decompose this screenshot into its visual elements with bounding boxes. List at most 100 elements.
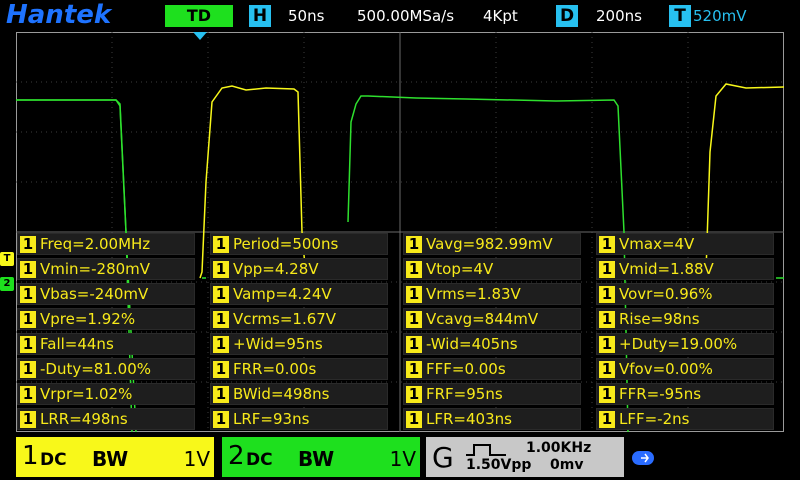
measurement-item: 1 Vmax=4V [596, 233, 774, 255]
measurement-item: 1 LRF=93ns [210, 408, 388, 430]
measurement-value: Vovr=0.96% [619, 285, 713, 303]
measurement-channel-badge: 1 [213, 336, 229, 353]
measurement-item: 1 Fall=44ns [17, 333, 195, 355]
measurement-value: -Wid=405ns [426, 335, 518, 353]
delay-icon: D [556, 5, 578, 27]
measurement-value: Rise=98ns [619, 310, 700, 328]
measurement-item: 1 Vbas=-240mV [17, 283, 195, 305]
measurement-item: 1 Freq=2.00MHz [17, 233, 195, 255]
measurement-value: Vfov=0.00% [619, 360, 713, 378]
measurement-channel-badge: 1 [599, 386, 615, 403]
delay-value[interactable]: 200ns [596, 7, 642, 25]
measurement-channel-badge: 1 [599, 236, 615, 253]
measurement-channel-badge: 1 [20, 286, 36, 303]
generator-amplitude: 1.50Vpp [466, 457, 532, 473]
measurement-channel-badge: 1 [20, 261, 36, 278]
measurement-channel-badge: 1 [599, 311, 615, 328]
measurement-item: 1 Vrms=1.83V [403, 283, 581, 305]
sample-rate-value: 500.00MSa/s [357, 7, 455, 25]
mode-badge[interactable]: TD [165, 5, 233, 27]
measurement-channel-badge: 1 [20, 336, 36, 353]
measurement-channel-badge: 1 [406, 311, 422, 328]
measurement-channel-badge: 1 [213, 386, 229, 403]
channel2-scale: 1V [389, 447, 416, 471]
measurement-channel-badge: 1 [213, 361, 229, 378]
measurement-channel-badge: 1 [406, 361, 422, 378]
usb-icon [632, 451, 654, 465]
measurement-channel-badge: 1 [406, 386, 422, 403]
channel2-number: 2 [228, 441, 245, 471]
measurement-value: BWid=498ns [233, 385, 330, 403]
measurement-channel-badge: 1 [213, 236, 229, 253]
measurement-item: 1 +Wid=95ns [210, 333, 388, 355]
generator-settings[interactable]: G 1.00KHz 1.50Vpp 0mv [426, 437, 624, 477]
measurement-channel-badge: 1 [20, 361, 36, 378]
measurement-value: -Duty=81.00% [40, 360, 151, 378]
measurement-value: +Wid=95ns [233, 335, 323, 353]
measurement-value: Vmax=4V [619, 235, 695, 253]
measurement-item: 1 -Wid=405ns [403, 333, 581, 355]
measurement-item: 1 FFR=-95ns [596, 383, 774, 405]
channel1-scale: 1V [183, 447, 210, 471]
measurement-channel-badge: 1 [599, 411, 615, 428]
trigger-icon: T [669, 5, 691, 27]
measurement-channel-badge: 1 [20, 236, 36, 253]
measurement-channel-badge: 1 [406, 286, 422, 303]
measurement-channel-badge: 1 [599, 286, 615, 303]
measurement-value: Freq=2.00MHz [40, 235, 151, 253]
measurement-value: Vmin=-280mV [40, 260, 151, 278]
measurement-value: Vtop=4V [426, 260, 494, 278]
measurement-value: FFR=-95ns [619, 385, 702, 403]
measurement-item: 1 LRR=498ns [17, 408, 195, 430]
measurement-item: 1 +Duty=19.00% [596, 333, 774, 355]
measurement-value: Vmid=1.88V [619, 260, 714, 278]
measurement-value: Vrms=1.83V [426, 285, 521, 303]
channel1-settings[interactable]: 1 DC BW 1V [16, 437, 214, 477]
channel2-settings[interactable]: 2 DC BW 1V [222, 437, 420, 477]
measurement-channel-badge: 1 [599, 361, 615, 378]
measurement-item: 1 Vrpr=1.02% [17, 383, 195, 405]
measurement-value: FRF=95ns [426, 385, 503, 403]
measurement-value: LRF=93ns [233, 410, 310, 428]
measurement-item: 1 Period=500ns [210, 233, 388, 255]
measurement-item: 1 LFF=-2ns [596, 408, 774, 430]
measurement-value: Vcavg=844mV [426, 310, 539, 328]
trigger-level-value[interactable]: 520mV [693, 7, 747, 25]
measurement-item: 1 LFR=403ns [403, 408, 581, 430]
top-status-bar: Hantek TD H 50ns 500.00MSa/s 4Kpt D 200n… [0, 0, 800, 32]
measurement-channel-badge: 1 [406, 236, 422, 253]
measurement-item: 1 Vmin=-280mV [17, 258, 195, 280]
channel1-number: 1 [22, 441, 39, 471]
measurement-channel-badge: 1 [20, 386, 36, 403]
channel2-bandwidth: BW [298, 447, 335, 471]
measurement-value: Period=500ns [233, 235, 339, 253]
measurement-value: FFF=0.00s [426, 360, 506, 378]
measurement-item: 1 Vtop=4V [403, 258, 581, 280]
measurement-channel-badge: 1 [406, 411, 422, 428]
measurement-item: 1 Vcavg=844mV [403, 308, 581, 330]
channel1-bandwidth: BW [92, 447, 129, 471]
measurement-value: Vavg=982.99mV [426, 235, 553, 253]
measurement-value: LRR=498ns [40, 410, 128, 428]
channel1-coupling: DC [40, 450, 67, 470]
measurement-value: +Duty=19.00% [619, 335, 738, 353]
measurement-channel-badge: 1 [406, 336, 422, 353]
timebase-value[interactable]: 50ns [288, 7, 324, 25]
measurement-value: Vbas=-240mV [40, 285, 149, 303]
measurement-channel-badge: 1 [213, 311, 229, 328]
measurement-channel-badge: 1 [213, 411, 229, 428]
measurement-value: Vpre=1.92% [40, 310, 136, 328]
square-wave-icon [466, 444, 506, 456]
horizontal-icon: H [249, 5, 271, 27]
measurement-channel-badge: 1 [599, 336, 615, 353]
measurement-channel-badge: 1 [213, 286, 229, 303]
ch2-offset-marker[interactable]: 2 [0, 277, 14, 291]
memory-depth-value: 4Kpt [483, 7, 518, 25]
trigger-level-marker[interactable]: T [0, 252, 14, 266]
measurement-value: Vamp=4.24V [233, 285, 332, 303]
measurement-item: 1 Vamp=4.24V [210, 283, 388, 305]
measurement-channel-badge: 1 [406, 261, 422, 278]
measurement-value: LFF=-2ns [619, 410, 690, 428]
measurement-item: 1 Vovr=0.96% [596, 283, 774, 305]
generator-frequency: 1.00KHz [526, 440, 592, 456]
